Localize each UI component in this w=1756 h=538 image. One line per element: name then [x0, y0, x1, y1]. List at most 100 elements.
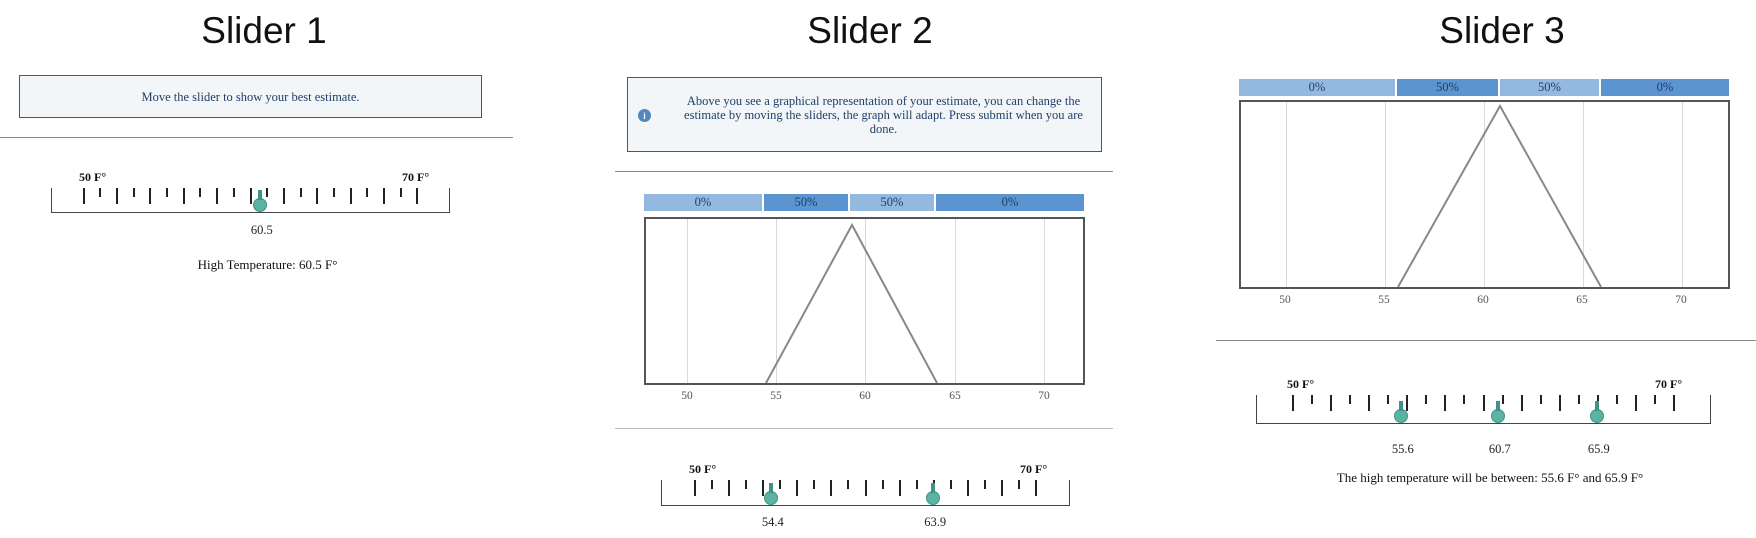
slider-tick	[761, 480, 764, 496]
slider-tick	[693, 480, 696, 496]
slider-tick	[216, 188, 219, 204]
slider-tick	[232, 188, 235, 197]
slider-tick	[416, 188, 419, 204]
slider1-message-box: Move the slider to show your best estima…	[19, 75, 482, 118]
slider-tick	[1444, 395, 1447, 411]
slider-tick	[399, 188, 402, 197]
slider-tick	[1387, 395, 1390, 404]
slider-tick	[1634, 395, 1637, 411]
slider-tick	[1672, 395, 1675, 411]
slider2-triangle	[765, 222, 938, 383]
slider-tick	[1520, 395, 1523, 411]
slider2-divider-bottom	[615, 428, 1113, 429]
slider-handle[interactable]	[1490, 401, 1505, 423]
slider2-message-box: i Above you see a graphical representati…	[627, 77, 1102, 152]
slider3-percent-segment: 50%	[1500, 79, 1599, 96]
slider3-percent-segment: 0%	[1239, 79, 1395, 96]
slider-tick	[149, 188, 152, 204]
slider-tick	[1482, 395, 1485, 411]
slider-tick	[1463, 395, 1466, 404]
slider1-title: Slider 1	[201, 10, 327, 51]
slider1-max-label: 70 F°	[402, 170, 430, 184]
slider3-divider	[1216, 340, 1756, 341]
slider3-track[interactable]	[1256, 395, 1711, 424]
slider3-value-label-high: 65.9	[1587, 442, 1610, 456]
slider-handle[interactable]	[1393, 401, 1408, 423]
slider2-max-label: 70 F°	[1020, 462, 1048, 476]
slider-tick	[898, 480, 901, 496]
slider-tick	[132, 188, 135, 197]
slider2-xtick: 65	[949, 390, 961, 402]
slider-tick	[949, 480, 952, 489]
slider3-xtick: 50	[1279, 294, 1291, 306]
slider1-readout: High Temperature: 60.5 F°	[197, 257, 338, 272]
slider-tick	[847, 480, 850, 489]
slider-tick	[316, 188, 319, 204]
slider-tick	[1539, 395, 1542, 404]
slider-tick	[1501, 395, 1504, 404]
slider-tick	[744, 480, 747, 489]
slider2-xtick: 50	[681, 390, 693, 402]
slider3-value-label-low: 55.6	[1391, 442, 1414, 456]
slider-tick	[182, 188, 185, 204]
slider2-percent-bar: 0% 50% 50% 0%	[644, 194, 1084, 211]
slider-tick	[366, 188, 369, 197]
slider-tick	[1368, 395, 1371, 411]
slider3-xtick: 60	[1477, 294, 1489, 306]
slider-tick	[1558, 395, 1561, 411]
slider2-percent-segment: 0%	[936, 194, 1084, 211]
slider-tick	[349, 188, 352, 204]
slider3-xtick: 70	[1675, 294, 1687, 306]
slider-tick	[984, 480, 987, 489]
slider2-percent-segment: 0%	[644, 194, 762, 211]
slider-tick	[166, 188, 169, 197]
slider-tick	[1018, 480, 1021, 489]
info-icon: i	[638, 109, 651, 122]
slider2-message-text: Above you see a graphical representation…	[684, 93, 1083, 136]
slider-handle[interactable]	[1589, 401, 1604, 423]
slider2-percent-segment: 50%	[850, 194, 934, 211]
slider-handle[interactable]	[252, 190, 267, 212]
slider-tick	[779, 480, 782, 489]
slider-tick	[915, 480, 918, 489]
slider2-track[interactable]	[661, 480, 1070, 506]
slider-tick	[199, 188, 202, 197]
slider1-message-text: Move the slider to show your best estima…	[141, 89, 360, 104]
slider2-xtick: 55	[770, 390, 782, 402]
slider-tick	[967, 480, 970, 496]
slider3-readout: The high temperature will be between: 55…	[1336, 470, 1644, 485]
slider-tick	[332, 188, 335, 197]
slider2-xtick: 60	[859, 390, 871, 402]
slider3-max-label: 70 F°	[1655, 377, 1683, 391]
slider-tick	[1406, 395, 1409, 411]
slider3-percent-segment: 0%	[1601, 79, 1729, 96]
slider-tick	[116, 188, 119, 204]
slider-tick	[1001, 480, 1004, 496]
slider3-title: Slider 3	[1439, 10, 1565, 51]
slider2-percent-segment: 50%	[764, 194, 848, 211]
slider1-min-label: 50 F°	[79, 170, 107, 184]
slider2-value-label-high: 63.9	[924, 515, 947, 529]
slider-handle[interactable]	[926, 483, 941, 505]
slider3-xtick: 55	[1378, 294, 1390, 306]
slider3-value-label-mid: 60.7	[1488, 442, 1511, 456]
slider-tick	[864, 480, 867, 496]
slider-tick	[1577, 395, 1580, 404]
slider3-xtick: 65	[1576, 294, 1588, 306]
slider2-divider-top	[615, 171, 1113, 172]
slider-tick	[1311, 395, 1314, 404]
slider3-min-label: 50 F°	[1287, 377, 1315, 391]
slider-tick	[1653, 395, 1656, 404]
slider-handle[interactable]	[763, 483, 778, 505]
slider-tick	[249, 188, 252, 204]
slider1-track[interactable]	[51, 188, 450, 213]
slider-tick	[830, 480, 833, 496]
slider2-title: Slider 2	[807, 10, 933, 51]
slider2-value-label-low: 54.4	[761, 515, 784, 529]
slider-tick	[1349, 395, 1352, 404]
slider-tick	[1330, 395, 1333, 411]
slider1-value-label: 60.5	[250, 223, 273, 237]
slider2-distribution-graph	[644, 217, 1085, 385]
slider-tick	[282, 188, 285, 204]
slider-tick	[881, 480, 884, 489]
